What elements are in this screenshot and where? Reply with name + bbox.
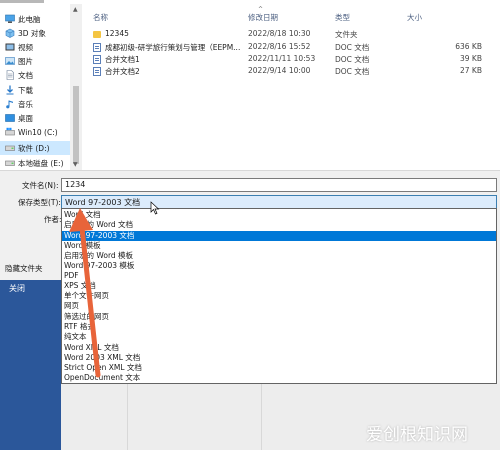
file-type: DOC 文档 bbox=[335, 67, 370, 76]
sidebar-item-this-pc[interactable]: 此电脑 bbox=[0, 12, 70, 26]
filetype-option[interactable]: Word 文档 bbox=[62, 210, 496, 220]
filetype-option[interactable]: OpenDocument 文本 bbox=[62, 373, 496, 383]
doc-file-icon bbox=[93, 67, 101, 76]
filetype-option[interactable]: XPS 文档 bbox=[62, 281, 496, 291]
file-modified: 2022/11/11 10:53 bbox=[248, 54, 316, 63]
sidebar-item-drive-e[interactable]: 本地磁盘 (E:) bbox=[0, 156, 70, 170]
filename-label: 文件名(N): bbox=[22, 181, 59, 190]
filetype-option[interactable]: Word 97-2003 模板 bbox=[62, 261, 496, 271]
scroll-down-arrow-icon[interactable]: ▼ bbox=[73, 161, 78, 168]
sidebar-item-label: 本地磁盘 (E:) bbox=[18, 158, 64, 168]
sidebar-item-desktop[interactable]: 桌面 bbox=[0, 111, 70, 125]
sidebar-item-label: 文档 bbox=[18, 70, 33, 80]
column-header-name[interactable]: 名称 bbox=[93, 12, 108, 23]
file-row[interactable]: 12345 2022/8/18 10:30 文件夹 bbox=[82, 29, 500, 40]
hide-folders-toggle[interactable]: 隐藏文件夹 bbox=[5, 263, 43, 274]
sidebar-item-documents[interactable]: 文档 bbox=[0, 68, 70, 82]
windows-drive-icon bbox=[5, 127, 15, 137]
file-row[interactable]: 成都初级-研学旅行策划与管理（EEPM... 2022/8/16 15:52 D… bbox=[82, 42, 500, 53]
author-label: 作者: bbox=[44, 215, 62, 224]
navigation-pane: 此电脑 3D 对象 视频 图片 文档 下载 音乐 桌面 Win10 (C:) 软… bbox=[0, 4, 70, 170]
filetype-option[interactable]: 纯文本 bbox=[62, 332, 496, 342]
column-header-type[interactable]: 类型 bbox=[335, 12, 350, 23]
filetype-option[interactable]: 筛选过的网页 bbox=[62, 312, 496, 322]
file-name: 12345 bbox=[105, 29, 129, 38]
doc-file-icon bbox=[93, 55, 101, 64]
sidebar-item-videos[interactable]: 视频 bbox=[0, 40, 70, 54]
pane-divider bbox=[0, 170, 500, 171]
sidebar-item-label: 视频 bbox=[18, 42, 33, 52]
file-modified: 2022/8/16 15:52 bbox=[248, 42, 311, 51]
sidebar-item-drive-c[interactable]: Win10 (C:) bbox=[0, 125, 70, 139]
sidebar-item-drive-d[interactable]: 软件 (D:) bbox=[0, 141, 70, 155]
filetype-option-selected[interactable]: Word 97-2003 文档 bbox=[62, 231, 496, 241]
file-modified: 2022/8/18 10:30 bbox=[248, 29, 311, 38]
sidebar-item-label: 软件 (D:) bbox=[18, 143, 50, 153]
filetype-option[interactable]: 启用宏的 Word 文档 bbox=[62, 220, 496, 230]
file-row[interactable]: 合并文档1 2022/11/11 10:53 DOC 文档 39 KB bbox=[82, 54, 500, 65]
filetype-option[interactable]: Word 模板 bbox=[62, 241, 496, 251]
close-menu-item[interactable]: 关闭 bbox=[9, 283, 25, 294]
filetype-option[interactable]: Strict Open XML 文档 bbox=[62, 363, 496, 373]
file-modified: 2022/9/14 10:00 bbox=[248, 66, 311, 75]
filetype-option[interactable]: Word 2003 XML 文档 bbox=[62, 353, 496, 363]
scroll-up-arrow-icon[interactable]: ▲ bbox=[73, 6, 78, 13]
file-name: 合并文档1 bbox=[105, 55, 140, 64]
background-divider bbox=[127, 384, 128, 450]
computer-icon bbox=[5, 14, 15, 24]
drive-icon bbox=[5, 158, 15, 168]
watermark: 爱创根知识网 bbox=[366, 425, 468, 445]
file-type: DOC 文档 bbox=[335, 55, 370, 64]
sidebar-item-3d-objects[interactable]: 3D 对象 bbox=[0, 26, 70, 40]
document-icon bbox=[5, 70, 15, 80]
doc-file-icon bbox=[93, 43, 101, 52]
sidebar-item-label: 桌面 bbox=[18, 113, 33, 123]
sidebar-item-label: 此电脑 bbox=[18, 14, 41, 24]
file-type: 文件夹 bbox=[335, 30, 358, 39]
file-row[interactable]: 合并文档2 2022/9/14 10:00 DOC 文档 27 KB bbox=[82, 66, 500, 77]
sidebar-item-label: 3D 对象 bbox=[18, 28, 46, 38]
picture-icon bbox=[5, 56, 15, 66]
file-list: ^ 名称 修改日期 类型 大小 12345 2022/8/18 10:30 文件… bbox=[82, 4, 500, 170]
sidebar-item-pictures[interactable]: 图片 bbox=[0, 54, 70, 68]
scrollbar-thumb[interactable] bbox=[73, 86, 79, 164]
filetype-option[interactable]: RTF 格式 bbox=[62, 322, 496, 332]
music-icon bbox=[5, 99, 15, 109]
backstage-panel: 关闭 bbox=[0, 280, 61, 450]
top-strip-fragment bbox=[0, 0, 44, 3]
video-icon bbox=[5, 42, 15, 52]
cube-3d-icon bbox=[5, 28, 15, 38]
filetype-option[interactable]: Word XML 文档 bbox=[62, 343, 496, 353]
filename-input[interactable]: 1234 bbox=[61, 178, 497, 192]
drive-icon bbox=[5, 143, 15, 153]
sidebar-item-label: 图片 bbox=[18, 56, 33, 66]
filetype-option[interactable]: 网页 bbox=[62, 301, 496, 311]
download-icon bbox=[5, 85, 15, 95]
filetype-select[interactable]: Word 97-2003 文档 bbox=[61, 195, 497, 209]
sidebar-item-label: Win10 (C:) bbox=[18, 127, 58, 137]
filetype-dropdown-list: Word 文档 启用宏的 Word 文档 Word 97-2003 文档 Wor… bbox=[61, 208, 497, 384]
file-size: 27 KB bbox=[460, 66, 482, 75]
filetype-option[interactable]: PDF bbox=[62, 271, 496, 281]
sidebar-item-label: 音乐 bbox=[18, 99, 33, 109]
file-type: DOC 文档 bbox=[335, 43, 370, 52]
sidebar-item-downloads[interactable]: 下载 bbox=[0, 83, 70, 97]
sidebar-scrollbar[interactable]: ▲ ▼ bbox=[71, 4, 81, 170]
file-name: 成都初级-研学旅行策划与管理（EEPM... bbox=[105, 43, 241, 52]
folder-icon bbox=[93, 31, 101, 38]
file-name: 合并文档2 bbox=[105, 67, 140, 76]
mouse-cursor-icon bbox=[150, 201, 160, 215]
column-header-size[interactable]: 大小 bbox=[407, 12, 422, 23]
filetype-option[interactable]: 启用宏的 Word 模板 bbox=[62, 251, 496, 261]
desktop-icon bbox=[5, 113, 15, 123]
filetype-label: 保存类型(T): bbox=[18, 198, 61, 207]
filetype-option[interactable]: 单个文件网页 bbox=[62, 291, 496, 301]
file-size: 636 KB bbox=[455, 42, 482, 51]
background-divider bbox=[261, 384, 262, 450]
file-size: 39 KB bbox=[460, 54, 482, 63]
column-header-modified[interactable]: 修改日期 bbox=[248, 12, 278, 23]
sidebar-item-label: 下载 bbox=[18, 85, 33, 95]
sidebar-item-music[interactable]: 音乐 bbox=[0, 97, 70, 111]
